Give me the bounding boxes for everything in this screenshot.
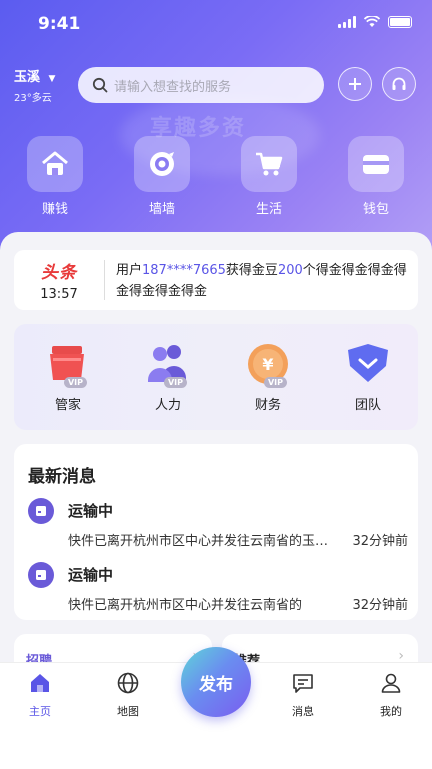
news-user: 187****7665 [142,263,226,278]
chevron-down-icon: ▼ [48,74,56,84]
publish-button[interactable]: 发布 [181,647,251,717]
add-button[interactable] [338,67,372,101]
tab-label: 主页 [29,705,51,718]
signal-icon [338,16,356,28]
category-hr[interactable]: VIP 人力 [128,342,208,413]
news-prefix: 用户 [116,263,143,278]
message-status: 运输中 [68,502,114,520]
search-placeholder: 请输入想查找的服务 [114,79,232,95]
section-title: 最新消息 [28,467,96,487]
message-desc: 快件已离开杭州市区中心并发往云南省的玉溪市 [68,534,332,549]
status-time: 9:41 [38,14,81,34]
package-icon [28,562,54,588]
wifi-icon [364,16,380,27]
quick-action-wallet[interactable]: 钱包 [346,136,406,217]
support-button[interactable] [382,67,416,101]
quick-action-wall[interactable]: 墙墙 [132,136,192,217]
news-amount: 200 [277,263,303,278]
message-status: 运输中 [68,566,114,584]
category-steward[interactable]: VIP 管家 [28,342,108,413]
cart-icon [256,152,283,176]
city-selector[interactable]: 玉溪 ▼ 23°多云 [14,66,55,104]
home-icon [31,674,49,692]
weather-text: 23°多云 [14,93,52,104]
message-desc: 快件已离开杭州市区中心并发往云南省的 [68,598,303,613]
plus-icon [349,78,361,90]
status-bar: 9:41 [0,0,432,48]
category-label: 财务 [254,398,281,413]
category-team[interactable]: 团队 [328,342,408,413]
news-text: 用户187****7665获得金豆200个得金得金得金得金得金得金得金 [116,260,416,302]
bottom-tab-bar: 主页 地图 发布 消息 我的 [0,647,432,769]
search-bar[interactable]: 请输入想查找的服务 [78,67,324,103]
quick-action-life[interactable]: 生活 [239,136,299,217]
search-icon [92,77,108,93]
battery-icon [388,16,412,28]
package-icon [28,498,54,524]
vip-badge: VIP [263,377,287,388]
message-time: 32分钟前 [352,534,408,549]
category-finance[interactable]: ¥ VIP 财务 [228,342,308,413]
divider [104,260,105,300]
tab-label: 地图 [117,705,139,718]
team-shield-icon [348,344,388,382]
globe-icon [117,672,139,694]
category-label: 团队 [354,398,381,413]
latest-messages-card: 最新消息 运输中 快件已离开杭州市区中心并发往云南省的玉溪市 32分钟前 运输中… [14,444,418,620]
vip-badge: VIP [63,377,87,388]
quick-action-earn[interactable]: 赚钱 [25,136,85,217]
home-icon [42,151,68,175]
tab-home[interactable]: 主页 [10,671,70,719]
headset-icon [392,77,406,90]
message-item[interactable]: 运输中 快件已离开杭州市区中心并发往云南省的 32分钟前 [28,560,408,616]
quick-action-label: 钱包 [362,202,389,217]
category-panel: VIP 管家 VIP 人力 ¥ VIP 财务 团队 [14,324,418,430]
news-middle: 获得金豆 [225,263,278,278]
tab-messages[interactable]: 消息 [273,671,333,719]
category-label: 管家 [54,398,81,413]
status-icons [338,16,412,28]
wallet-icon [363,155,389,174]
svg-text:¥: ¥ [262,355,273,374]
target-icon [150,152,174,176]
vip-badge: VIP [163,377,187,388]
user-icon [381,673,401,693]
tab-label: 我的 [380,705,402,718]
news-badge-label: 头条 [41,263,77,283]
news-badge: 头条 13:57 [22,258,96,302]
city-name: 玉溪 [14,70,41,85]
quick-action-label: 墙墙 [148,202,175,217]
message-item[interactable]: 运输中 快件已离开杭州市区中心并发往云南省的玉溪市 32分钟前 [28,496,408,552]
category-label: 人力 [154,398,181,413]
news-time: 13:57 [40,287,78,302]
chat-icon [293,674,313,693]
news-ticker[interactable]: 头条 13:57 用户187****7665获得金豆200个得金得金得金得金得金… [14,250,418,310]
message-time: 32分钟前 [352,598,408,613]
quick-action-label: 生活 [255,202,282,217]
tab-profile[interactable]: 我的 [361,671,421,719]
tab-map[interactable]: 地图 [98,671,158,719]
tab-label: 消息 [292,705,314,718]
quick-action-label: 赚钱 [41,202,68,217]
